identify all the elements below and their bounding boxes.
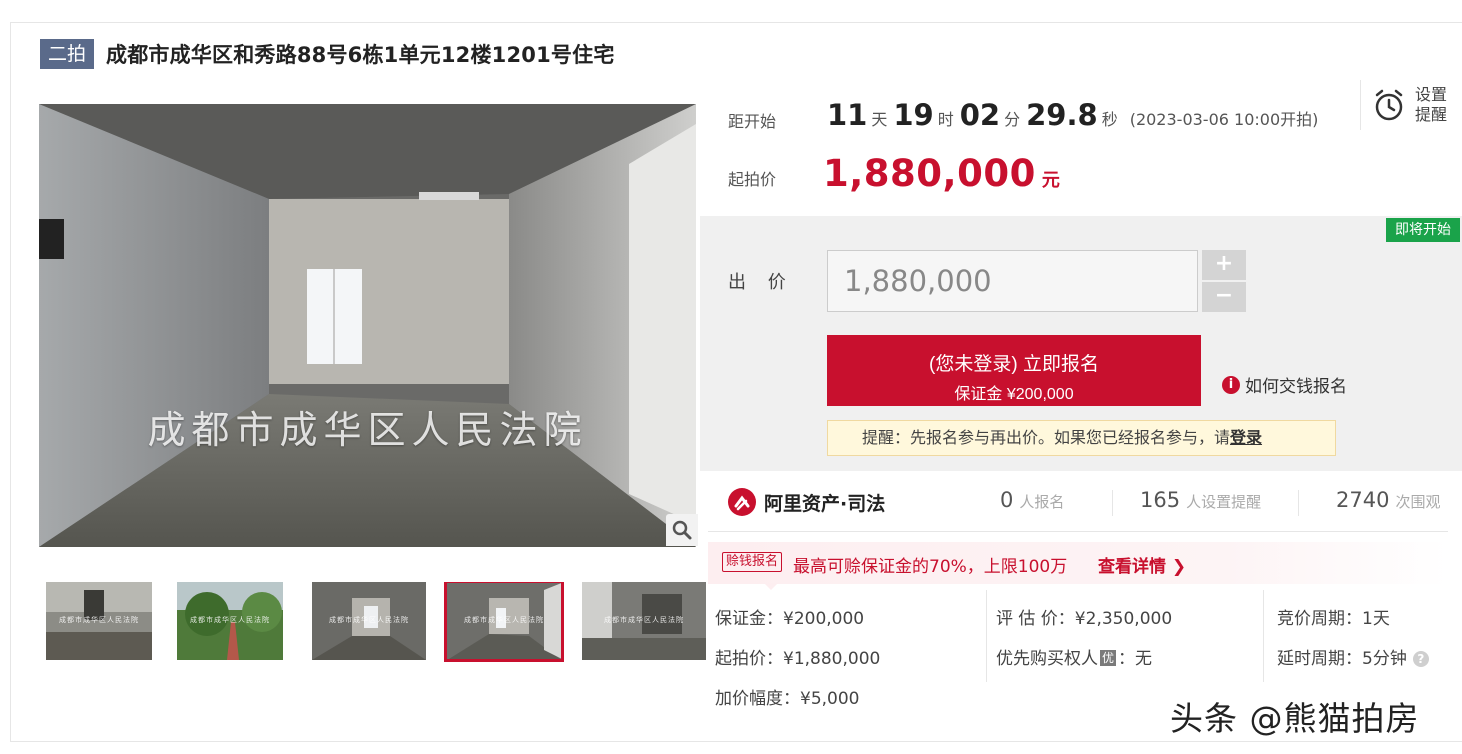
detail-start-price: 起拍价：¥1,880,000 — [715, 649, 881, 669]
photo-watermark: 成都市成华区人民法院 — [147, 408, 588, 452]
title-row: 二拍 成都市成华区和秀路88号6栋1单元12楼1201号住宅 — [40, 38, 615, 70]
view-count-value: 2740 — [1336, 488, 1390, 512]
promo-text: 最高可赊保证金的70%，上限100万 — [793, 557, 1068, 577]
thumb-3[interactable]: 成都市成华区人民法院 — [312, 582, 426, 660]
signup-count-label: 人报名 — [1019, 493, 1065, 511]
countdown-days: 11 — [827, 98, 868, 132]
thumbnail-strip: 成都市成华区人民法院 成都市成华区人民法院 成都市成华区人民法院 成都市成华区人… — [46, 582, 706, 662]
reminder-count-label: 人设置提醒 — [1186, 493, 1262, 511]
bid-panel: 即将开始 出 价 1,880,000 + − (您未登录) 立即报名 保证金 ¥… — [700, 216, 1462, 471]
stats-row: 阿里资产·司法 0 人报名 165 人设置提醒 2740 次围观 — [700, 472, 1462, 532]
how-to-pay-link[interactable]: i 如何交钱报名 — [1222, 372, 1347, 397]
signup-button[interactable]: (您未登录) 立即报名 保证金 ¥200,000 — [827, 335, 1201, 406]
divider — [1112, 490, 1113, 516]
brand-name: 阿里资产·司法 — [764, 492, 886, 515]
source-credit: 头条 @熊猫拍房 — [1170, 699, 1420, 738]
credit-signup-promo: 赊钱报名 最高可赊保证金的70%，上限100万 查看详情 ❯ — [708, 542, 1448, 590]
promo-caret — [764, 583, 778, 590]
countdown-days-unit: 天 — [871, 110, 888, 129]
reminder-count: 165 人设置提醒 — [1140, 488, 1261, 516]
priority-buyer-label: 优先购买权人 — [996, 649, 1098, 669]
signup-button-label: (您未登录) 立即报名 — [929, 353, 1099, 375]
reminder-line-2: 提醒 — [1415, 105, 1448, 124]
start-price-value: 1,880,000 — [823, 152, 1036, 195]
info-icon: i — [1222, 375, 1240, 394]
status-badge: 即将开始 — [1386, 218, 1460, 242]
bid-label: 出 价 — [728, 272, 794, 293]
thumb-5[interactable]: 成都市成华区人民法院 — [582, 582, 706, 660]
ali-assets-logo-icon — [728, 488, 756, 516]
thumb-4-watermark: 成都市成华区人民法院 — [464, 616, 544, 624]
thumb-2-watermark: 成都市成华区人民法院 — [190, 616, 270, 624]
promo-tag: 赊钱报名 — [722, 552, 783, 572]
thumb-2[interactable]: 成都市成华区人民法院 — [177, 582, 283, 660]
main-photo[interactable]: 成都市成华区人民法院 — [39, 104, 696, 547]
priority-buyer: 优先购买权人优：无 — [996, 644, 1152, 669]
reminder-line-1: 设置 — [1415, 85, 1448, 104]
thumb-1-watermark: 成都市成华区人民法院 — [59, 616, 139, 624]
bidding-cycle: 竞价周期：1天 — [1277, 609, 1390, 629]
magnifier-icon — [672, 520, 692, 540]
start-price-unit: 元 — [1041, 170, 1060, 191]
divider — [1298, 490, 1299, 516]
brand: 阿里资产·司法 — [728, 488, 885, 516]
thumb-3-watermark: 成都市成华区人民法院 — [329, 616, 409, 624]
ali-assets-logo-mark — [734, 495, 750, 511]
auction-info: 距开始 11 天 19 时 02 分 29.8 秒 (2023-03-06 10… — [700, 80, 1462, 215]
countdown-hours: 19 — [893, 98, 934, 132]
deposit: 保证金：¥200,000 — [715, 609, 865, 629]
thumb-1[interactable]: 成都市成华区人民法院 — [46, 582, 152, 660]
priority-badge: 优 — [1100, 650, 1117, 666]
login-notice-text: 提醒：先报名参与再出价。如果您已经报名参与，请 — [862, 428, 1231, 447]
how-to-pay-text: 如何交钱报名 — [1245, 377, 1347, 397]
start-price: 1,880,000 元 — [823, 152, 1060, 195]
countdown-seconds-unit: 秒 — [1101, 110, 1118, 129]
countdown-minutes-unit: 分 — [1004, 110, 1021, 129]
bid-amount-input[interactable]: 1,880,000 — [827, 250, 1198, 312]
priority-buyer-value: ：无 — [1118, 649, 1153, 669]
view-count-label: 次围观 — [1395, 493, 1441, 511]
signup-count-value: 0 — [1000, 488, 1014, 512]
increase-bid-button[interactable]: + — [1202, 250, 1246, 280]
countdown-minutes: 02 — [959, 98, 1001, 132]
signup-deposit-label: 保证金 ¥200,000 — [954, 385, 1074, 403]
page-title: 成都市成华区和秀路88号6栋1单元12楼1201号住宅 — [106, 43, 615, 67]
login-link[interactable]: 登录 — [1230, 428, 1262, 447]
start-time: (2023-03-06 10:00开拍) — [1129, 110, 1319, 129]
thumb-5-watermark: 成都市成华区人民法院 — [604, 616, 684, 624]
countdown: 11 天 19 时 02 分 29.8 秒 (2023-03-06 10:00开… — [827, 98, 1318, 132]
countdown-seconds: 29.8 — [1026, 98, 1098, 132]
bid-increment: 加价幅度：¥5,000 — [715, 689, 860, 709]
divider — [986, 590, 987, 682]
set-reminder-button[interactable]: 设置 提醒 — [1360, 80, 1462, 130]
appraisal-price: 评 估 价：¥2,350,000 — [996, 609, 1173, 629]
signup-count: 0 人报名 — [1000, 488, 1064, 516]
divider — [708, 531, 1448, 532]
bid-stepper: + − — [1202, 250, 1246, 312]
divider — [1263, 590, 1264, 682]
login-notice: 提醒：先报名参与再出价。如果您已经报名参与，请登录 — [827, 420, 1336, 456]
alarm-clock-icon — [1375, 89, 1403, 121]
reminder-text: 设置 提醒 — [1415, 85, 1447, 125]
countdown-hours-unit: 时 — [937, 110, 954, 129]
reminder-count-value: 165 — [1140, 488, 1181, 512]
view-details-link[interactable]: 查看详情 ❯ — [1098, 552, 1186, 577]
delay-cycle: 延时周期：5分钟? — [1277, 644, 1429, 669]
help-icon[interactable]: ? — [1412, 651, 1429, 667]
auction-round-tag: 二拍 — [40, 39, 95, 69]
decrease-bid-button[interactable]: − — [1202, 282, 1246, 312]
start-price-label: 起拍价 — [728, 170, 777, 189]
zoom-button[interactable] — [666, 514, 698, 546]
room-photo-image — [39, 104, 696, 547]
thumb-4[interactable]: 成都市成华区人民法院 — [444, 582, 564, 662]
countdown-label: 距开始 — [728, 112, 777, 131]
view-count: 2740 次围观 — [1336, 488, 1440, 516]
delay-cycle-text: 延时周期：5分钟 — [1277, 649, 1407, 669]
